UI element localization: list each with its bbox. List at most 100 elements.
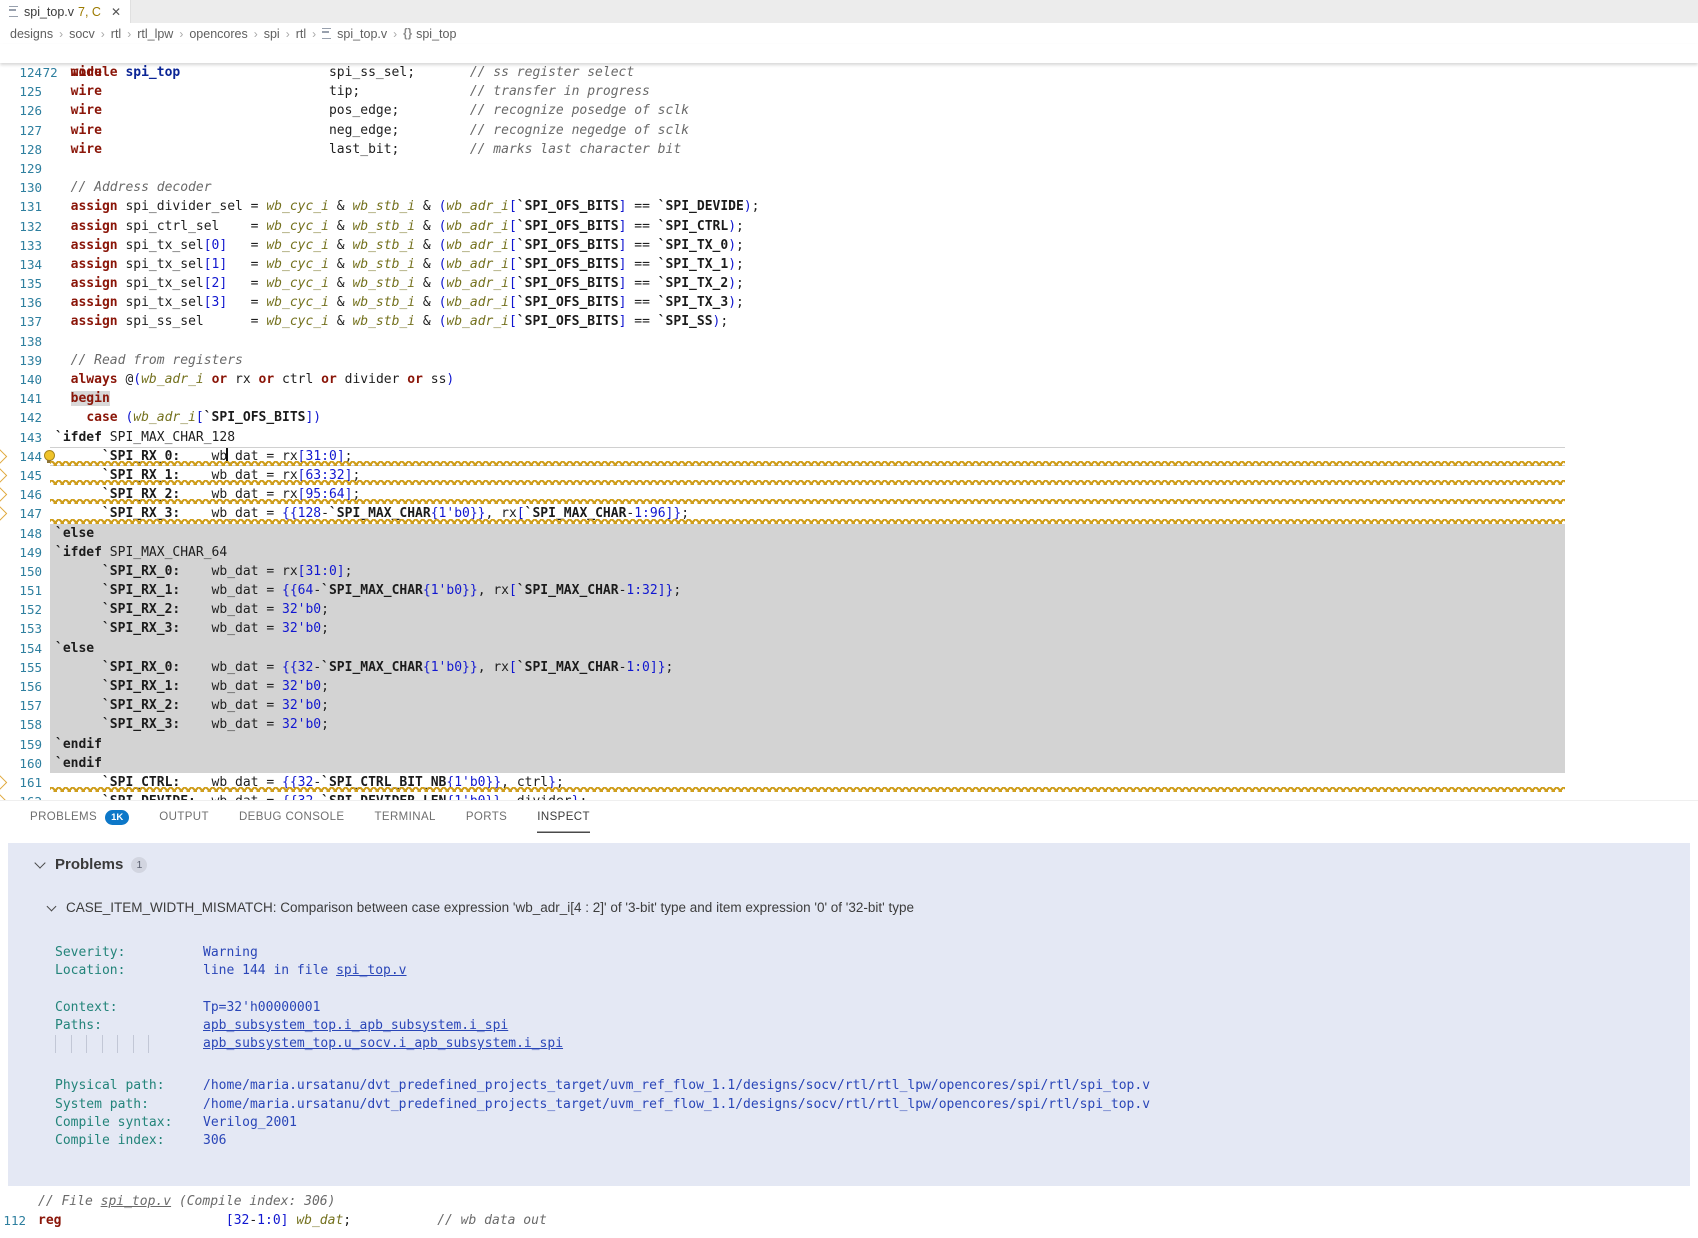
code-line-137[interactable]: 137 assign spi_ss_sel = wb_cyc_i & wb_st… bbox=[0, 312, 1698, 331]
code-line-112[interactable]: 112reg [32-1:0] wb_dat; // wb data out bbox=[0, 1211, 1698, 1230]
code-line-161[interactable]: 161 `SPI_CTRL: wb_dat = {{32-`SPI_CTRL_B… bbox=[0, 773, 1698, 792]
gutter[interactable]: 148 bbox=[0, 524, 42, 543]
panel-tab-ports[interactable]: PORTS bbox=[466, 801, 507, 833]
code-editor[interactable]: 124 wire spi_ss_sel; // ss register sele… bbox=[0, 63, 1698, 800]
code-line-136[interactable]: 136 assign spi_tx_sel[3] = wb_cyc_i & wb… bbox=[0, 293, 1698, 312]
code-line-147[interactable]: 147 `SPI_RX_3: wb_dat = {{128-`SPI_MAX_C… bbox=[0, 504, 1698, 523]
code-line-151[interactable]: 151 `SPI_RX_1: wb_dat = {{64-`SPI_MAX_CH… bbox=[0, 581, 1698, 600]
chevron-down-icon[interactable] bbox=[34, 857, 45, 868]
gutter[interactable]: 144 bbox=[0, 447, 42, 466]
code-line-135[interactable]: 135 assign spi_tx_sel[2] = wb_cyc_i & wb… bbox=[0, 274, 1698, 293]
gutter[interactable]: 161 bbox=[0, 773, 42, 792]
gutter[interactable]: 132 bbox=[0, 217, 42, 236]
gutter[interactable]: 129 bbox=[0, 159, 42, 178]
gutter[interactable]: 140 bbox=[0, 370, 42, 389]
breadcrumb-item-rtl[interactable]: rtl bbox=[111, 27, 121, 41]
gutter[interactable]: 131 bbox=[0, 197, 42, 216]
gutter[interactable]: 126 bbox=[0, 101, 42, 120]
breadcrumb-item-rtl-lpw[interactable]: rtl_lpw bbox=[137, 27, 173, 41]
gutter[interactable]: 147 bbox=[0, 504, 42, 523]
gutter[interactable]: 146 bbox=[0, 485, 42, 504]
panel-tab-problems[interactable]: PROBLEMS1K bbox=[30, 801, 129, 833]
panel-tab-output[interactable]: OUTPUT bbox=[159, 801, 209, 833]
gutter[interactable]: 136 bbox=[0, 293, 42, 312]
code-line-145[interactable]: 145 `SPI_RX_1: wb_dat = rx[63:32]; bbox=[0, 466, 1698, 485]
code-line-143[interactable]: 143`ifdef SPI_MAX_CHAR_128 bbox=[0, 428, 1698, 447]
gutter[interactable]: 138 bbox=[0, 332, 42, 351]
panel-tab-terminal[interactable]: TERMINAL bbox=[374, 801, 435, 833]
code-line-160[interactable]: 160`endif bbox=[0, 754, 1698, 773]
code-line-125[interactable]: 125 wire tip; // transfer in progress bbox=[0, 82, 1698, 101]
gutter[interactable]: 160 bbox=[0, 754, 42, 773]
problem-item[interactable]: CASE_ITEM_WIDTH_MISMATCH: Comparison bet… bbox=[48, 900, 1690, 915]
code-line-x[interactable]: // File spi_top.v (Compile index: 306) bbox=[0, 1192, 1698, 1211]
code-line-126[interactable]: 126 wire pos_edge; // recognize posedge … bbox=[0, 101, 1698, 120]
gutter[interactable]: 130 bbox=[0, 178, 42, 197]
code-line-141[interactable]: 141 begin bbox=[0, 389, 1698, 408]
gutter[interactable]: 134 bbox=[0, 255, 42, 274]
code-line-131[interactable]: 131 assign spi_divider_sel = wb_cyc_i & … bbox=[0, 197, 1698, 216]
gutter[interactable]: 128 bbox=[0, 140, 42, 159]
code-line-132[interactable]: 132 assign spi_ctrl_sel = wb_cyc_i & wb_… bbox=[0, 217, 1698, 236]
gutter[interactable]: 135 bbox=[0, 274, 42, 293]
close-icon[interactable]: ✕ bbox=[111, 5, 121, 19]
editor-tab-spi-top[interactable]: spi_top.v 7, C ✕ bbox=[0, 0, 131, 23]
breadcrumb-item-file[interactable]: spi_top.v bbox=[337, 27, 387, 41]
code-line-152[interactable]: 152 `SPI_RX_2: wb_dat = 32'b0; bbox=[0, 600, 1698, 619]
panel-tab-debug-console[interactable]: DEBUG CONSOLE bbox=[239, 801, 345, 833]
detail-link[interactable]: apb_subsystem_top.i_apb_subsystem.i_spi bbox=[203, 1018, 508, 1033]
detail-link[interactable]: apb_subsystem_top.u_socv.i_apb_subsystem… bbox=[203, 1036, 563, 1051]
code-line-133[interactable]: 133 assign spi_tx_sel[0] = wb_cyc_i & wb… bbox=[0, 236, 1698, 255]
panel-tab-inspect[interactable]: INSPECT bbox=[537, 801, 590, 833]
gutter[interactable]: 159 bbox=[0, 735, 42, 754]
code-line-162[interactable]: 162 `SPI_DEVIDE: wb_dat = {{32-`SPI_DEVI… bbox=[0, 792, 1698, 800]
breadcrumb-item-designs[interactable]: designs bbox=[10, 27, 53, 41]
gutter[interactable]: 156 bbox=[0, 677, 42, 696]
code-line-148[interactable]: 148`else bbox=[0, 524, 1698, 543]
gutter[interactable]: 125 bbox=[0, 82, 42, 101]
code-line-138[interactable]: 138 bbox=[0, 332, 1698, 351]
gutter[interactable]: 158 bbox=[0, 715, 42, 734]
code-line-127[interactable]: 127 wire neg_edge; // recognize negedge … bbox=[0, 121, 1698, 140]
gutter[interactable]: 154 bbox=[0, 639, 42, 658]
code-line-158[interactable]: 158 `SPI_RX_3: wb_dat = 32'b0; bbox=[0, 715, 1698, 734]
gutter[interactable]: 150 bbox=[0, 562, 42, 581]
gutter[interactable]: 149 bbox=[0, 543, 42, 562]
code-line-159[interactable]: 159`endif bbox=[0, 735, 1698, 754]
code-line-142[interactable]: 142 case (wb_adr_i[`SPI_OFS_BITS]) bbox=[0, 408, 1698, 427]
sticky-scroll-line[interactable]: 72module spi_top bbox=[0, 44, 1698, 63]
gutter[interactable]: 133 bbox=[0, 236, 42, 255]
code-line-146[interactable]: 146 `SPI_RX_2: wb_dat = rx[95:64]; bbox=[0, 485, 1698, 504]
code-line-144[interactable]: 144 `SPI_RX_0: wb_dat = rx[31:0]; bbox=[0, 447, 1698, 466]
code-line-129[interactable]: 129 bbox=[0, 159, 1698, 178]
breadcrumb-item-spi[interactable]: spi bbox=[264, 27, 280, 41]
gutter[interactable]: 141 bbox=[0, 389, 42, 408]
code-line-153[interactable]: 153 `SPI_RX_3: wb_dat = 32'b0; bbox=[0, 619, 1698, 638]
code-line-139[interactable]: 139 // Read from registers bbox=[0, 351, 1698, 370]
gutter[interactable]: 157 bbox=[0, 696, 42, 715]
code-line-157[interactable]: 157 `SPI_RX_2: wb_dat = 32'b0; bbox=[0, 696, 1698, 715]
code-line-154[interactable]: 154`else bbox=[0, 639, 1698, 658]
gutter[interactable]: 145 bbox=[0, 466, 42, 485]
gutter[interactable]: 112 bbox=[0, 1211, 26, 1230]
gutter[interactable]: 142 bbox=[0, 408, 42, 427]
gutter[interactable]: 143 bbox=[0, 428, 42, 447]
detail-link[interactable]: spi_top.v bbox=[336, 963, 406, 978]
gutter[interactable]: 155 bbox=[0, 658, 42, 677]
gutter[interactable]: 137 bbox=[0, 312, 42, 331]
chevron-down-icon[interactable] bbox=[47, 902, 57, 912]
breadcrumb-item-symbol[interactable]: spi_top bbox=[416, 27, 456, 41]
code-line-128[interactable]: 128 wire last_bit; // marks last charact… bbox=[0, 140, 1698, 159]
code-line-134[interactable]: 134 assign spi_tx_sel[1] = wb_cyc_i & wb… bbox=[0, 255, 1698, 274]
breadcrumb-item-opencores[interactable]: opencores bbox=[189, 27, 247, 41]
lightbulb-icon[interactable] bbox=[44, 450, 55, 461]
problems-section-header[interactable]: Problems 1 bbox=[36, 856, 1690, 873]
breadcrumb-item-socv[interactable]: socv bbox=[69, 27, 95, 41]
breadcrumb-item-rtl2[interactable]: rtl bbox=[296, 27, 306, 41]
gutter[interactable]: 151 bbox=[0, 581, 42, 600]
gutter[interactable]: 139 bbox=[0, 351, 42, 370]
code-line-124[interactable]: 124 wire spi_ss_sel; // ss register sele… bbox=[0, 63, 1698, 82]
gutter[interactable]: 162 bbox=[0, 792, 42, 800]
code-line-156[interactable]: 156 `SPI_RX_1: wb_dat = 32'b0; bbox=[0, 677, 1698, 696]
gutter[interactable]: 153 bbox=[0, 619, 42, 638]
